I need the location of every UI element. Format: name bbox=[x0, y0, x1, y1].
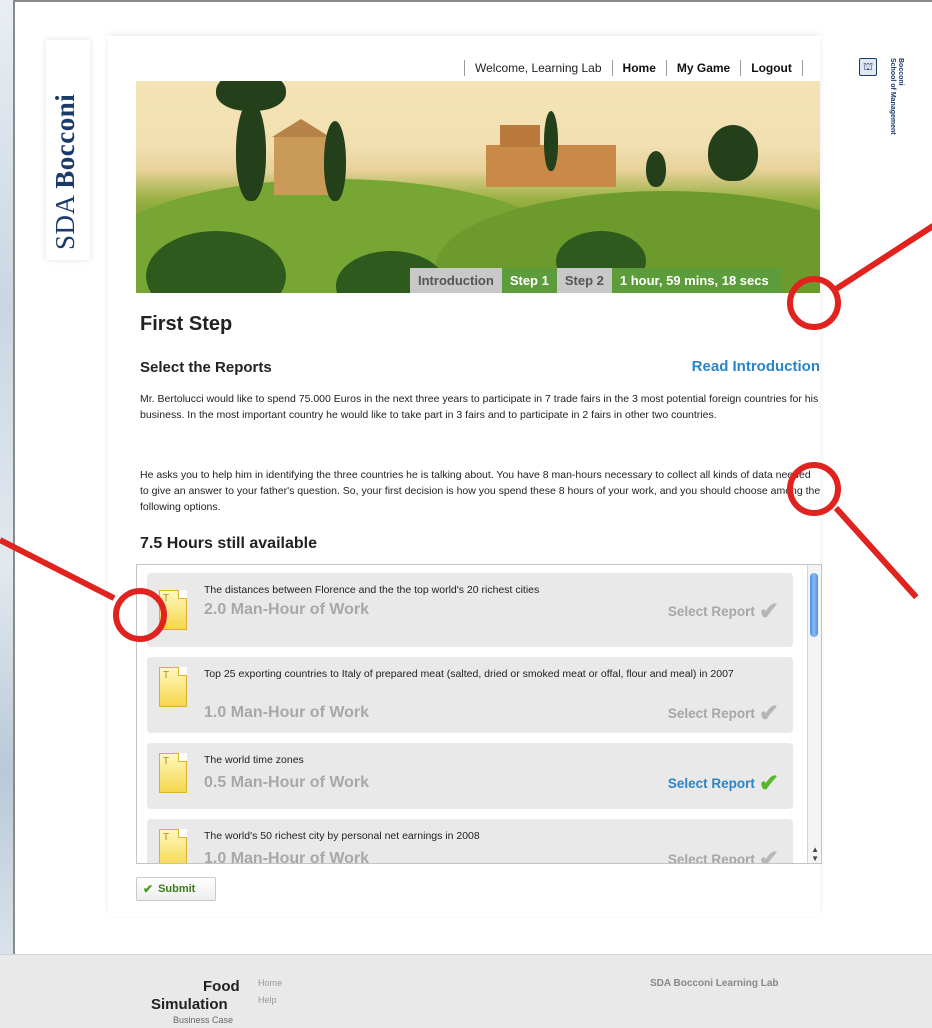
report-item[interactable]: The world time zones 0.5 Man-Hour of Wor… bbox=[147, 743, 793, 809]
tuscany-hero-image bbox=[136, 81, 820, 293]
progress-steps: Introduction Step 1 Step 2 1 hour, 59 mi… bbox=[410, 268, 781, 293]
time-remaining: 1 hour, 59 mins, 18 secs bbox=[611, 268, 781, 293]
document-icon bbox=[159, 829, 187, 863]
step-2[interactable]: Step 2 bbox=[556, 268, 612, 293]
nav-separator bbox=[740, 60, 742, 76]
welcome-text: Welcome, Learning Lab bbox=[475, 61, 602, 75]
read-introduction-link[interactable]: Read Introduction bbox=[692, 358, 820, 375]
list-scrollbar[interactable]: ▲ ▼ bbox=[807, 565, 821, 863]
checkmark-icon: ✔ bbox=[143, 882, 154, 896]
select-report-button[interactable]: Select Report ✔ bbox=[668, 699, 779, 728]
logo-prefix: SDA bbox=[50, 195, 80, 250]
nav-logout-link[interactable]: Logout bbox=[751, 61, 792, 75]
report-item[interactable]: The distances between Florence and the t… bbox=[147, 573, 793, 647]
select-report-label: Select Report bbox=[667, 852, 755, 864]
document-icon bbox=[159, 753, 187, 793]
footer-help-link[interactable]: Help bbox=[258, 995, 277, 1005]
bocconi-name: Bocconi bbox=[897, 58, 904, 86]
report-item[interactable]: The world's 50 richest city by personal … bbox=[147, 819, 793, 864]
select-report-label: Select Report bbox=[667, 706, 755, 721]
report-list[interactable]: The distances between Florence and the t… bbox=[136, 564, 822, 864]
nav-separator bbox=[611, 60, 613, 76]
report-title: Top 25 exporting countries to Italy of p… bbox=[204, 668, 734, 680]
annotation-circle bbox=[113, 588, 167, 642]
scrollbar-thumb[interactable] bbox=[810, 573, 818, 637]
checkmark-icon: ✔ bbox=[758, 598, 779, 625]
submit-button[interactable]: ✔ Submit bbox=[136, 877, 216, 901]
footer: Food Simulation Business Case Home Help … bbox=[0, 954, 932, 1028]
checkmark-icon: ✔ bbox=[758, 700, 779, 727]
report-effort: 1.0 Man-Hour of Work bbox=[204, 850, 370, 864]
footer-learning-lab: SDA Bocconi Learning Lab bbox=[650, 978, 779, 989]
page-title: First Step bbox=[140, 313, 233, 335]
document-icon bbox=[159, 667, 187, 707]
school-of-management: School of Management bbox=[889, 58, 896, 135]
select-report-label: Select Report bbox=[667, 604, 755, 619]
report-title: The distances between Florence and the t… bbox=[204, 584, 540, 596]
nav-separator bbox=[801, 60, 803, 76]
select-report-button[interactable]: Select Report ✔ bbox=[667, 845, 779, 864]
report-effort: 0.5 Man-Hour of Work bbox=[204, 774, 370, 791]
report-effort: 1.0 Man-Hour of Work bbox=[204, 704, 370, 721]
report-title: The world's 50 richest city by personal … bbox=[204, 830, 480, 842]
logo-name: Bocconi bbox=[50, 93, 80, 189]
cypress-tree bbox=[544, 111, 558, 171]
checkmark-icon: ✔ bbox=[758, 846, 779, 864]
step-1[interactable]: Step 1 bbox=[501, 268, 557, 293]
section-heading: Select the Reports bbox=[140, 359, 272, 376]
oak-tree bbox=[708, 125, 758, 181]
nav-home-link[interactable]: Home bbox=[623, 61, 656, 75]
bocconi-crest-icon: ⛫ bbox=[859, 58, 877, 76]
intro-paragraph: Mr. Bertolucci would like to spend 75.00… bbox=[140, 393, 819, 421]
step-introduction[interactable]: Introduction bbox=[410, 268, 502, 293]
select-report-button[interactable]: Select Report ✔ bbox=[668, 769, 779, 798]
select-report-label: Select Report bbox=[667, 776, 755, 791]
cypress-tree bbox=[324, 121, 346, 201]
submit-label: Submit bbox=[158, 883, 196, 895]
content-panel: Welcome, Learning Lab Home My Game Logou… bbox=[108, 36, 822, 916]
pine-tree bbox=[216, 81, 286, 111]
cypress-tree bbox=[236, 101, 266, 201]
cypress-tree bbox=[646, 151, 666, 187]
report-item[interactable]: Top 25 exporting countries to Italy of p… bbox=[147, 657, 793, 733]
sda-bocconi-logo[interactable]: SDA Bocconi bbox=[46, 40, 90, 260]
annotation-circle bbox=[787, 462, 841, 516]
annotation-circle bbox=[787, 276, 841, 330]
nav-separator bbox=[665, 60, 667, 76]
bocconi-school-logo[interactable]: ⛫ Bocconi School of Management bbox=[855, 54, 908, 146]
footer-business-case: Business Case bbox=[173, 1015, 234, 1025]
footer-simulation: Simulation bbox=[151, 996, 228, 1013]
checkmark-icon: ✔ bbox=[758, 770, 779, 797]
scroll-arrows-icon[interactable]: ▲ ▼ bbox=[811, 845, 819, 863]
task-paragraph: He asks you to help him in identifying t… bbox=[140, 469, 821, 513]
nav-my-game-link[interactable]: My Game bbox=[677, 61, 730, 75]
chapel bbox=[272, 119, 330, 195]
top-navigation: Welcome, Learning Lab Home My Game Logou… bbox=[454, 58, 813, 78]
hours-available: 7.5 Hours still available bbox=[140, 535, 317, 552]
footer-food: Food bbox=[203, 978, 240, 995]
select-report-button[interactable]: Select Report ✔ bbox=[668, 597, 779, 626]
bocconi-school-text: Bocconi School of Management bbox=[888, 58, 904, 135]
footer-home-link[interactable]: Home bbox=[258, 978, 282, 988]
nav-separator bbox=[464, 60, 465, 76]
report-title: The world time zones bbox=[204, 754, 304, 766]
report-effort: 2.0 Man-Hour of Work bbox=[204, 601, 370, 618]
desktop-background bbox=[0, 0, 14, 1028]
